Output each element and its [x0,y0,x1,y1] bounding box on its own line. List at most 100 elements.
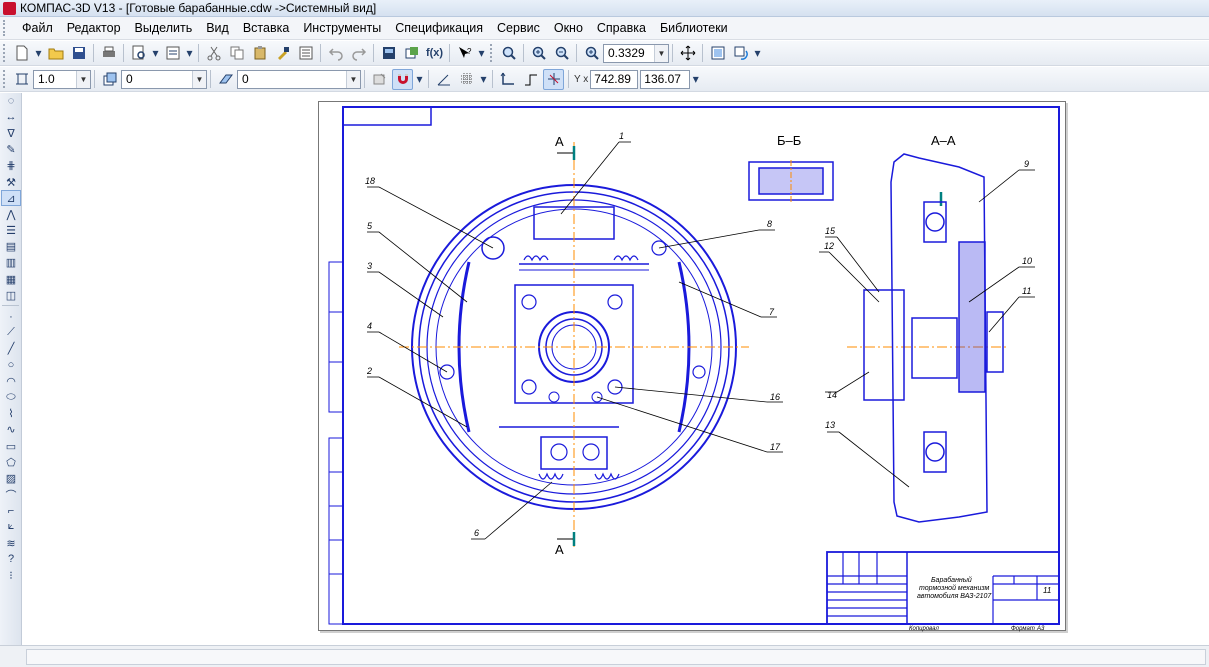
menu-specification[interactable]: Спецификация [388,17,490,40]
help-pointer-icon[interactable]: ? [454,43,475,64]
refresh-icon[interactable] [730,43,751,64]
rectangle-icon[interactable]: ▭ [1,438,21,454]
preview-icon[interactable] [128,43,149,64]
undo-icon[interactable] [325,43,346,64]
specification-icon[interactable]: ☰ [1,223,21,239]
section-aa-view [863,153,1004,523]
new-dropdown-icon[interactable]: ▾ [34,43,43,64]
segment-icon[interactable]: ╱ [1,341,21,357]
toolbar-grip[interactable] [3,44,8,62]
library-icon[interactable]: ▦ [1,271,21,287]
style-icon[interactable] [215,69,236,90]
reports-icon[interactable]: ▤ [1,239,21,255]
paste-icon[interactable] [249,43,270,64]
print-icon[interactable] [98,43,119,64]
contour-icon[interactable]: ⌒ [1,487,21,503]
coord-x-field[interactable]: 742.89 [590,69,639,89]
snap-dropdown-icon[interactable]: ▾ [415,69,424,90]
chamfer-icon[interactable]: ⟀ [1,519,21,535]
scale-dropdown-icon[interactable]: ▼ [76,70,90,88]
geometry-icon[interactable]: ◌ [1,93,21,109]
menu-insert[interactable]: Вставка [236,17,296,40]
circle-icon[interactable]: ○ [1,357,21,373]
menu-libraries[interactable]: Библиотеки [653,17,735,40]
ortho-mode-icon[interactable] [433,69,454,90]
fillet-icon[interactable]: ⌐ [1,503,21,519]
help-icon[interactable]: ? [1,551,21,567]
layer-combo[interactable]: 0 ▼ [121,69,207,89]
refresh-dropdown-icon[interactable]: ▾ [753,43,762,64]
round-mode-icon[interactable] [520,69,541,90]
format-brush-icon[interactable] [272,43,293,64]
polygon-icon[interactable]: ⬠ [1,454,21,470]
menu-tools[interactable]: Инструменты [296,17,388,40]
view-manager-icon[interactable] [401,43,422,64]
redo-icon[interactable] [348,43,369,64]
menu-grip[interactable] [3,20,12,36]
menu-help[interactable]: Справка [590,17,653,40]
selection-icon[interactable]: ⊿ [1,190,21,207]
cut-icon[interactable] [203,43,224,64]
scale-icon[interactable] [11,69,32,90]
toolbar-grip[interactable] [490,44,495,62]
style-dropdown-icon[interactable]: ▼ [346,70,360,88]
spline-icon[interactable]: ∿ [1,422,21,438]
manager-icon[interactable] [162,43,183,64]
fragment-icon[interactable]: ◫ [1,287,21,303]
coord-y-field[interactable]: 136.07 [640,69,691,89]
properties-icon[interactable] [295,43,316,64]
open-folder-icon[interactable] [45,43,66,64]
zoom-window-icon[interactable] [498,43,519,64]
help-dropdown-icon[interactable]: ▾ [477,43,486,64]
coords-dropdown-icon[interactable]: ▾ [691,69,700,90]
zoom-in-icon[interactable] [528,43,549,64]
save-icon[interactable] [68,43,89,64]
associative-views-icon[interactable]: ⋀ [1,206,21,222]
edit-icon[interactable]: ✎ [1,142,21,158]
layer-icon[interactable] [99,69,120,90]
menu-editor[interactable]: Редактор [60,17,128,40]
variables-fx-button[interactable]: f(x) [424,43,445,64]
menu-file[interactable]: Файл [15,17,60,40]
scale-combo[interactable]: 1.0 ▼ [33,69,91,89]
show-all-icon[interactable] [707,43,728,64]
cursor-coords-icon[interactable] [543,68,564,90]
manager-dropdown-icon[interactable]: ▾ [185,43,194,64]
parametrization-icon[interactable]: ⋕ [1,158,21,174]
zoom-scale-dropdown-icon[interactable]: ▼ [654,44,668,62]
point-icon[interactable]: · [1,308,21,324]
ellipse-icon[interactable]: ⬭ [1,389,21,405]
style-combo[interactable]: 0 ▼ [237,69,361,89]
insert-icon[interactable]: ▥ [1,255,21,271]
arc-icon[interactable]: ◠ [1,373,21,389]
designations-icon[interactable]: ∇ [1,125,21,141]
grid-dropdown-icon[interactable]: ▾ [479,69,488,90]
menu-window[interactable]: Окно [547,17,590,40]
local-cs-icon[interactable] [497,69,518,90]
menu-view[interactable]: Вид [199,17,236,40]
grid-snap-icon[interactable] [369,69,390,90]
dimensions-icon[interactable]: ↔ [1,109,21,125]
polyline-icon[interactable]: ⌇ [1,406,21,422]
menu-service[interactable]: Сервис [490,17,547,40]
magnet-snap-icon[interactable] [392,68,413,90]
hatch-icon[interactable]: ▨ [1,470,21,486]
zoom-out-icon[interactable] [551,43,572,64]
zoom-scale-combo[interactable]: 0.3329 ▼ [603,43,669,63]
measure-icon[interactable]: ⚒ [1,174,21,190]
preview-dropdown-icon[interactable]: ▾ [151,43,160,64]
toolbar-grip[interactable] [3,70,8,88]
regenerate-icon[interactable] [378,43,399,64]
zoom-scale-icon[interactable] [581,43,602,64]
extra-icon[interactable]: ⁝ [1,567,21,583]
new-document-icon[interactable] [11,43,32,64]
drawing-sheet[interactable]: A A Б–Б А–А 1 2 3 4 5 6 7 8 9 10 11 12 1… [318,101,1066,632]
equidistant-icon[interactable]: ≋ [1,535,21,551]
toolbar-separator [702,44,703,62]
grid-icon[interactable] [456,69,477,90]
aux-line-icon[interactable]: ⟋ [1,325,21,341]
layer-dropdown-icon[interactable]: ▼ [192,70,206,88]
pan-icon[interactable] [677,43,698,64]
menu-select[interactable]: Выделить [128,17,200,40]
copy-icon[interactable] [226,43,247,64]
